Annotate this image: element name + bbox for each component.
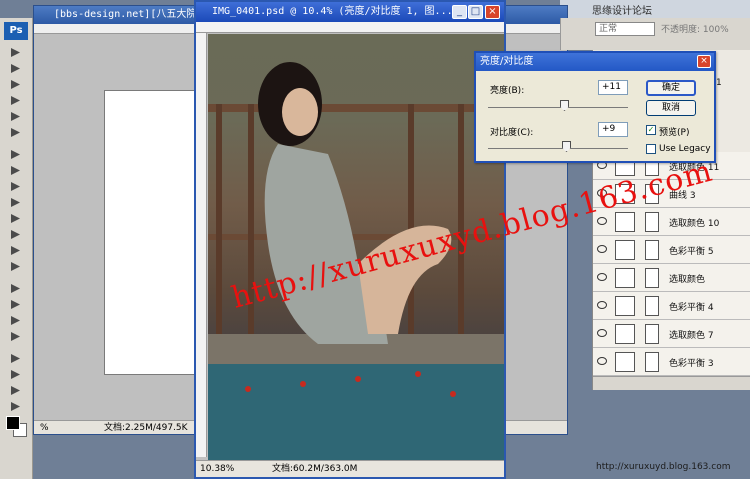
layer-row[interactable]: 色彩平衡 3 [593, 348, 750, 376]
layer-name: 色彩平衡 4 [669, 303, 714, 313]
photoshop-logo: Ps [4, 22, 28, 40]
zoom-tool-icon[interactable] [6, 400, 26, 413]
foreground-color-swatch[interactable] [6, 416, 20, 430]
adjustment-thumbnail [615, 268, 635, 288]
minimize-button[interactable]: _ [452, 5, 467, 19]
hand-tool-icon[interactable] [6, 384, 26, 397]
lasso-tool-icon[interactable] [6, 78, 26, 91]
layer-mask-thumbnail [645, 212, 659, 232]
pen-tool-icon[interactable] [6, 314, 26, 327]
visibility-eye-icon[interactable] [597, 357, 607, 365]
contrast-slider-handle[interactable] [562, 141, 571, 152]
layer-row[interactable]: 色彩平衡 4 [593, 292, 750, 320]
layer-top-label: 1 [716, 78, 722, 88]
contrast-label: 对比度(C): [490, 128, 534, 138]
notes-tool-icon[interactable] [6, 352, 26, 365]
visibility-eye-icon[interactable] [597, 329, 607, 337]
layer-name: 选取颜色 [669, 275, 706, 285]
contrast-slider-track[interactable] [488, 148, 628, 149]
zoom-level[interactable]: 10.38% [200, 461, 234, 478]
layer-name: 选取颜色 7 [669, 331, 714, 341]
eraser-tool-icon[interactable] [6, 212, 26, 225]
brightness-field[interactable]: +11 [598, 80, 628, 95]
watermark-top-bar: 思缘设计论坛 www.MISSYUAN.COM [560, 0, 750, 28]
dodge-tool-icon[interactable] [6, 260, 26, 273]
layer-mask-thumbnail [645, 296, 659, 316]
use-legacy-label: Use Legacy [659, 144, 711, 154]
ok-button[interactable]: 确定 [646, 80, 696, 96]
layer-name: 选取颜色 10 [669, 219, 720, 229]
layer-mask-thumbnail [645, 240, 659, 260]
brightness-contrast-dialog: 亮度/对比度 × 亮度(B): +11 对比度(C): +9 确定 取消 ✓ 预… [474, 51, 716, 163]
history-brush-tool-icon[interactable] [6, 196, 26, 209]
dialog-title[interactable]: 亮度/对比度 [476, 53, 714, 71]
type-tool-icon[interactable] [6, 298, 26, 311]
move-tool-icon[interactable] [6, 46, 26, 59]
healing-brush-tool-icon[interactable] [6, 148, 26, 161]
layer-name: 色彩平衡 3 [669, 359, 714, 369]
layer-row[interactable]: 色彩平衡 5 [593, 236, 750, 264]
visibility-eye-icon[interactable] [597, 301, 607, 309]
layer-mask-thumbnail [645, 324, 659, 344]
brightness-label: 亮度(B): [490, 86, 525, 96]
document-size: 文档:2.25M/497.5K [104, 423, 188, 433]
adjustment-thumbnail [615, 352, 635, 372]
brush-tool-icon[interactable] [6, 164, 26, 177]
zoom-level[interactable]: % [40, 421, 49, 435]
adjustment-thumbnail [615, 240, 635, 260]
magic-wand-tool-icon[interactable] [6, 94, 26, 107]
marquee-tool-icon[interactable] [6, 62, 26, 75]
adjustment-thumbnail [615, 296, 635, 316]
close-button[interactable]: × [485, 5, 500, 19]
blur-tool-icon[interactable] [6, 244, 26, 257]
cancel-button[interactable]: 取消 [646, 100, 696, 116]
document-size: 文档:60.2M/363.0M [272, 464, 358, 474]
brightness-slider-handle[interactable] [560, 100, 569, 111]
path-selection-tool-icon[interactable] [6, 282, 26, 295]
clone-stamp-tool-icon[interactable] [6, 180, 26, 193]
maximize-button[interactable]: □ [468, 5, 483, 19]
opacity-field[interactable]: 不透明度: 100% [661, 22, 729, 35]
layer-name: 色彩平衡 5 [669, 247, 714, 257]
dialog-close-button[interactable]: × [697, 55, 711, 68]
adjustment-thumbnail [615, 212, 635, 232]
horizontal-ruler [196, 22, 504, 33]
blend-mode-select[interactable]: 正常 [595, 22, 655, 36]
layer-mask-thumbnail [645, 352, 659, 372]
layer-row[interactable]: 选取颜色 [593, 264, 750, 292]
contrast-field[interactable]: +9 [598, 122, 628, 137]
preview-checkbox[interactable]: ✓ [646, 125, 656, 135]
layers-panel-footer [593, 376, 750, 390]
layer-row[interactable]: 选取颜色 7 [593, 320, 750, 348]
toolbox: Ps [0, 18, 33, 479]
visibility-eye-icon[interactable] [597, 245, 607, 253]
shape-tool-icon[interactable] [6, 330, 26, 343]
adjustment-thumbnail [615, 324, 635, 344]
vertical-ruler [196, 33, 207, 457]
use-legacy-checkbox[interactable] [646, 144, 656, 154]
layer-mask-thumbnail [645, 268, 659, 288]
gradient-tool-icon[interactable] [6, 228, 26, 241]
preview-label: 预览(P) [659, 128, 690, 138]
eyedropper-tool-icon[interactable] [6, 368, 26, 381]
slice-tool-icon[interactable] [6, 126, 26, 139]
crop-tool-icon[interactable] [6, 110, 26, 123]
status-bar: 10.38% 文档:60.2M/363.0M [196, 460, 504, 477]
watermark-bottom: http://xuruxuyd.blog.163.com [596, 462, 731, 472]
visibility-eye-icon[interactable] [597, 273, 607, 281]
layers-options-bar: 正常 不透明度: 100% [560, 18, 750, 50]
brightness-slider-track[interactable] [488, 107, 628, 108]
